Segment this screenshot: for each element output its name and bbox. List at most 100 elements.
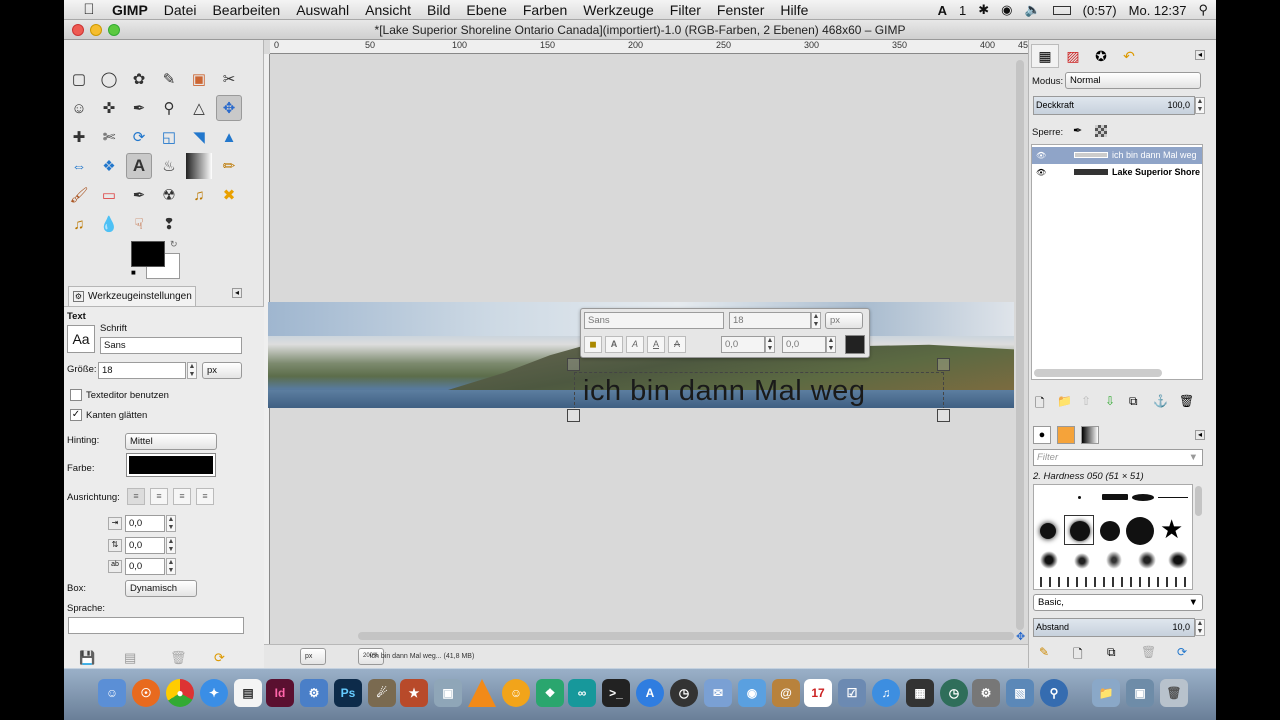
mode-select[interactable]: Normal (1065, 72, 1201, 89)
scratch-icon[interactable]: ☺ (502, 679, 530, 707)
line-spacing-field[interactable]: 0,0 (125, 537, 165, 554)
bucket-fill-tool-icon[interactable]: ♨ (156, 153, 182, 179)
brush-item[interactable] (1138, 551, 1156, 569)
network-icon[interactable]: ⚲ (1040, 679, 1068, 707)
flip-tool-icon[interactable]: ⇔ (66, 153, 92, 179)
iphoto-icon[interactable]: ☑ (838, 679, 866, 707)
color-picker-tool-icon[interactable]: ✒ (126, 95, 152, 121)
brush-item[interactable] (1100, 521, 1120, 541)
fuzzy-select-tool-icon[interactable]: ✎ (156, 66, 182, 92)
adobe-icon[interactable]: A (938, 3, 947, 18)
zoom-button[interactable] (108, 24, 120, 36)
app-icon[interactable]: ❖ (536, 679, 564, 707)
menu-farben[interactable]: Farben (523, 2, 567, 18)
text-toolbar-size-field[interactable]: 18 (729, 312, 811, 329)
rotate-tool-icon[interactable]: ⟳ (126, 124, 152, 150)
foreground-select-tool-icon[interactable]: ☺ (66, 95, 92, 121)
perspective-tool-icon[interactable]: ▲ (216, 124, 242, 150)
bluetooth-icon[interactable]: ✱ (978, 2, 989, 18)
apple-menu-icon[interactable]:  (78, 1, 100, 18)
finder-icon[interactable]: ☺ (98, 679, 126, 707)
chrome-icon[interactable]: ● (166, 679, 194, 707)
justify-fill-button[interactable]: ≡ (196, 488, 214, 505)
menu-datei[interactable]: Datei (164, 2, 197, 18)
default-colors-icon[interactable]: ■ (131, 268, 136, 277)
visibility-eye-icon[interactable]: 👁 (1036, 147, 1046, 164)
move-tool-icon[interactable]: ✥ (216, 95, 242, 121)
refresh-brushes-icon[interactable]: ⟳ (1177, 645, 1187, 659)
text-layer-box[interactable]: ich bin dann Mal weg (574, 372, 944, 408)
brush-tag-select[interactable]: Basic, ▼ (1033, 594, 1203, 611)
cage-tool-icon[interactable]: ❖ (96, 153, 122, 179)
brush-item[interactable] (1168, 551, 1188, 569)
system-preferences-icon[interactable]: ⚙ (972, 679, 1000, 707)
spacing-spinner[interactable]: ▲ ▼ (1195, 619, 1205, 636)
tool-options-tab[interactable]: ⚙ Werkzeugeinstellungen (68, 286, 196, 306)
terminal-icon[interactable]: >_ (602, 679, 630, 707)
line-spacing-spinner[interactable]: ▲ ▼ (166, 537, 176, 554)
brush-item[interactable] (1040, 577, 1190, 587)
spotlight-icon[interactable]: ⚲ (1198, 2, 1208, 18)
brushes-menu-icon[interactable]: ◂ (1195, 430, 1205, 440)
lock-pixels-icon[interactable]: ✒ (1073, 124, 1082, 137)
blur-tool-icon[interactable]: 💧 (96, 211, 122, 237)
text-toolbar-clear-style-icon[interactable]: ◼ (584, 336, 602, 353)
antialias-checkbox[interactable]: ✓ (70, 409, 82, 421)
raise-layer-icon[interactable]: ⇧ (1081, 394, 1091, 408)
brush-item[interactable] (1106, 551, 1122, 569)
brush-item[interactable] (1040, 551, 1058, 569)
new-layer-group-icon[interactable]: 📁 (1057, 394, 1072, 408)
canvas-text[interactable]: ich bin dann Mal weg (583, 375, 865, 408)
horizontal-ruler[interactable]: 0 50 100 150 200 250 300 350 400 450 (270, 40, 1033, 54)
menu-ansicht[interactable]: Ansicht (365, 2, 411, 18)
facetime-icon[interactable]: ◉ (738, 679, 766, 707)
anchor-layer-icon[interactable]: ⚓ (1153, 394, 1168, 408)
text-box-handle-tr[interactable] (937, 358, 950, 371)
paths-tool-icon[interactable]: ✜ (96, 95, 122, 121)
box-select[interactable]: Dynamisch (125, 580, 197, 597)
heal-tool-icon[interactable]: ✖ (216, 182, 242, 208)
calendar-icon[interactable]: 17 (804, 679, 832, 707)
new-brush-icon[interactable]: 🗋 (1073, 645, 1083, 666)
arduino-icon[interactable]: ∞ (568, 679, 596, 707)
layer-row[interactable]: 👁 ich bin dann Mal weg (1032, 147, 1202, 164)
preview-icon[interactable]: ▣ (434, 679, 462, 707)
menu-fenster[interactable]: Fenster (717, 2, 764, 18)
size-unit-select[interactable]: px (202, 362, 242, 379)
blend-tool-icon[interactable] (186, 153, 212, 179)
text-toolbar-italic-icon[interactable]: A (626, 336, 644, 353)
paths-tab-icon[interactable]: ✪ (1087, 44, 1115, 68)
time-machine-icon[interactable]: ◷ (940, 679, 968, 707)
brush-item-selected[interactable] (1064, 515, 1094, 545)
navigate-icon[interactable]: ✥ (1016, 630, 1025, 643)
channels-tab-icon[interactable]: ▨ (1059, 44, 1087, 68)
brush-item[interactable] (1078, 496, 1081, 499)
text-box-handle-br[interactable] (937, 409, 950, 422)
delete-options-icon[interactable]: 🗑 (170, 650, 187, 666)
menu-app-gimp[interactable]: GIMP (112, 2, 148, 18)
vertical-scrollbar[interactable] (1016, 60, 1024, 630)
textedit-icon[interactable]: ▤ (234, 679, 262, 707)
text-tool-icon[interactable]: A (126, 153, 152, 179)
font-field[interactable]: Sans (100, 337, 242, 354)
paintbrush-tool-icon[interactable]: 🖌 (66, 182, 92, 208)
horizontal-scrollbar[interactable] (358, 632, 1014, 640)
pencil-tool-icon[interactable]: ✏ (216, 153, 242, 179)
use-editor-checkbox[interactable] (70, 389, 82, 401)
brush-item[interactable] (1158, 497, 1188, 498)
menu-auswahl[interactable]: Auswahl (296, 2, 349, 18)
battery-icon[interactable] (1052, 5, 1071, 15)
opacity-spinner[interactable]: ▲ ▼ (1195, 97, 1205, 114)
volume-icon[interactable]: 🔈 (1024, 2, 1040, 18)
indent-spinner[interactable]: ▲ ▼ (166, 515, 176, 532)
layers-tab-icon[interactable]: ▦ (1031, 44, 1059, 68)
unit-select[interactable]: px (300, 648, 326, 665)
menu-ebene[interactable]: Ebene (466, 2, 506, 18)
dashboard-icon[interactable]: ◷ (670, 679, 698, 707)
panel-menu-icon[interactable]: ◂ (232, 288, 242, 298)
font-preview-button[interactable]: Aa (67, 325, 95, 353)
justify-center-button[interactable]: ≡ (173, 488, 191, 505)
justify-right-button[interactable]: ≡ (150, 488, 168, 505)
gimp-icon[interactable]: ☄ (368, 679, 396, 707)
clone-tool-icon[interactable]: ♫ (186, 182, 212, 208)
